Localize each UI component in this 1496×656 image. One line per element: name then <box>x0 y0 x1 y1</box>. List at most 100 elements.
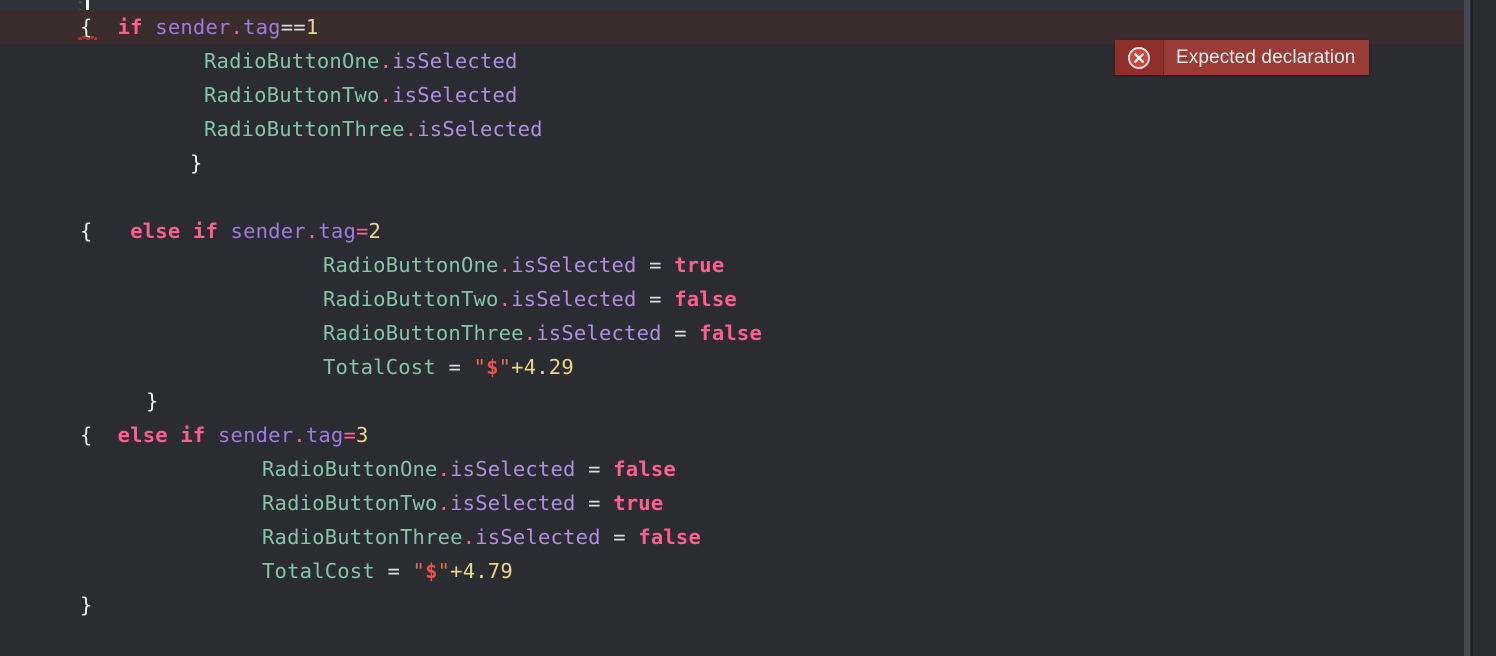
code-token: = <box>613 525 626 549</box>
code-token: true <box>613 491 664 515</box>
code-line[interactable]: RadioButtonThree.isSelected <box>0 112 1466 146</box>
code-token: . <box>379 83 393 107</box>
code-line[interactable]: { else if sender.tag=2 <box>0 214 1466 248</box>
code-token: = <box>588 457 601 481</box>
code-token: { <box>80 219 93 243</box>
code-token: " <box>473 355 487 379</box>
code-token: = <box>387 559 400 583</box>
code-token: " <box>498 355 512 379</box>
code-token: . <box>305 219 319 243</box>
code-token: RadioButtonThree <box>262 525 463 549</box>
code-token: RadioButtonThree <box>323 321 524 345</box>
code-token: } <box>80 593 93 617</box>
code-token: false <box>638 525 702 549</box>
code-token: } <box>190 151 203 175</box>
code-token: } <box>146 389 159 413</box>
code-editor[interactable]: ; { if sender.tag==1RadioButtonOne.isSel… <box>0 0 1496 656</box>
code-token: tag <box>318 219 356 243</box>
code-token: . <box>437 457 451 481</box>
code-token: . <box>230 15 244 39</box>
code-line[interactable]: RadioButtonTwo.isSelected = false <box>0 282 1466 316</box>
code-line[interactable]: RadioButtonThree.isSelected = false <box>0 520 1466 554</box>
code-token: +4.79 <box>450 559 513 583</box>
code-token: TotalCost <box>262 559 375 583</box>
code-token: = <box>588 491 601 515</box>
code-token: false <box>674 287 737 311</box>
code-line[interactable]: TotalCost = "$"+4.79 <box>0 554 1466 588</box>
code-token: RadioButtonOne <box>204 49 380 73</box>
error-circle-x-icon <box>1115 40 1164 75</box>
code-line[interactable]: { if sender.tag==1 <box>0 10 1466 44</box>
code-line[interactable]: RadioButtonOne.isSelected = false <box>0 452 1466 486</box>
code-token: RadioButtonOne <box>262 457 438 481</box>
code-token: if <box>180 423 206 447</box>
code-token: . <box>498 253 512 277</box>
code-token: . <box>293 423 306 447</box>
code-token: RadioButtonTwo <box>323 287 499 311</box>
code-line[interactable]: TotalCost = "$"+4.29 <box>0 350 1466 384</box>
code-token: +4.29 <box>511 355 574 379</box>
code-line[interactable]: RadioButtonTwo.isSelected = true <box>0 486 1466 520</box>
code-token: 3 <box>356 423 369 447</box>
error-message-text: Expected declaration <box>1164 40 1370 75</box>
code-token: " <box>437 559 451 583</box>
vertical-scrollbar[interactable] <box>1464 0 1470 656</box>
code-token: false <box>699 321 763 345</box>
error-badge[interactable]: Expected declaration <box>1115 40 1370 75</box>
code-token: . <box>523 321 537 345</box>
code-line[interactable]: RadioButtonOne.isSelected = true <box>0 248 1466 282</box>
code-token: = <box>674 321 687 345</box>
code-line[interactable]: } <box>0 588 1466 622</box>
code-token: . <box>462 525 476 549</box>
code-line[interactable]: RadioButtonThree.isSelected = false <box>0 316 1466 350</box>
code-token: = <box>356 219 369 243</box>
code-token: isSelected <box>536 321 662 345</box>
code-token: isSelected <box>511 287 637 311</box>
code-token: . <box>437 491 451 515</box>
code-line[interactable]: } <box>0 384 1466 418</box>
code-token: { <box>80 423 93 447</box>
code-token: . <box>404 117 418 141</box>
code-token: 1 <box>305 15 319 39</box>
code-token: true <box>674 253 725 277</box>
partial-glyph-above: ; <box>74 1 84 10</box>
code-line[interactable]: } <box>0 146 1466 180</box>
code-token: false <box>613 457 676 481</box>
editor-top-strip <box>0 0 1466 10</box>
code-token: tag <box>305 423 344 447</box>
code-line[interactable] <box>0 180 1466 214</box>
code-line[interactable]: { else if sender.tag=3 <box>0 418 1466 452</box>
code-token: sender <box>230 219 306 243</box>
code-line[interactable]: RadioButtonTwo.isSelected <box>0 78 1466 112</box>
code-token: isSelected <box>392 49 518 73</box>
code-token: isSelected <box>417 117 543 141</box>
code-token: else <box>130 219 181 243</box>
code-token: isSelected <box>450 491 576 515</box>
code-token: isSelected <box>511 253 637 277</box>
code-token: TotalCost <box>323 355 436 379</box>
editor-divider <box>1471 0 1473 656</box>
code-token: if <box>117 15 143 39</box>
code-lines-container[interactable]: { if sender.tag==1 RadioButtonOne.isSelec… <box>0 10 1466 656</box>
